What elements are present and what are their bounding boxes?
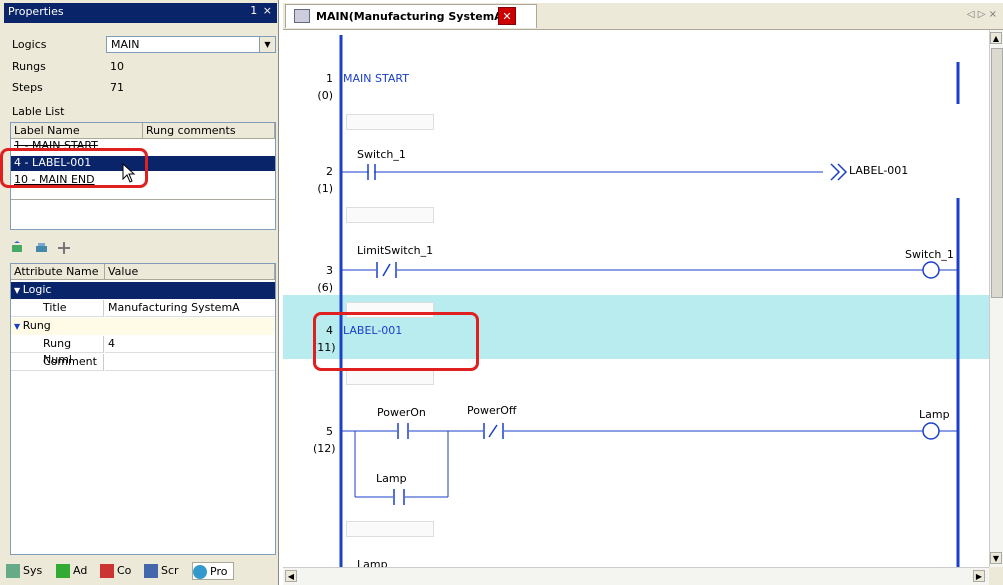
tab-sys-label: Sys	[23, 564, 43, 577]
steps-label: Steps	[12, 81, 43, 94]
col-label-name[interactable]: Label Name	[11, 123, 143, 139]
tab-main-title: MAIN(Manufacturing SystemA)	[316, 10, 508, 23]
jump-label[interactable]: LABEL-001	[849, 164, 908, 177]
tab-pro[interactable]: Pro	[192, 562, 235, 580]
rung-step: (1)	[317, 182, 333, 195]
vertical-scrollbar[interactable]: ▲ ▼	[989, 30, 1003, 567]
rung-number-row[interactable]: Rung Numl 4	[11, 336, 275, 366]
common-icon	[100, 564, 114, 578]
title-value[interactable]: Manufacturing SystemA	[105, 300, 275, 317]
properties-panel: Properties 1 × Logics MAIN ▼ Rungs 10 St…	[0, 0, 279, 585]
ladder-document-icon	[294, 9, 310, 23]
rung-comment-box[interactable]	[346, 521, 434, 537]
bottom-tab-strip: Sys Ad Co Scr Pro	[4, 560, 274, 582]
rung-comment-box[interactable]	[346, 369, 434, 385]
logic-group-row[interactable]: ▼ Logic	[11, 282, 275, 299]
sort-icon[interactable]	[10, 241, 26, 255]
rungs-label: Rungs	[12, 60, 46, 73]
contact-switch-1-label[interactable]: Switch_1	[357, 148, 406, 161]
pin-close-icon[interactable]: 1 ×	[250, 4, 273, 17]
properties-title-bar: Properties 1 ×	[4, 3, 277, 23]
logics-value: MAIN	[111, 38, 140, 51]
logics-select[interactable]: MAIN ▼	[106, 36, 276, 53]
attribute-grid: Attribute Name Value ▼ Logic Title Manuf…	[10, 263, 276, 555]
rung-number: 3	[326, 264, 333, 277]
scroll-up-icon[interactable]: ▲	[990, 32, 1002, 44]
title-attr: Title	[11, 300, 104, 317]
contact-poweroff-label[interactable]: PowerOff	[467, 404, 517, 417]
tab-co[interactable]: Co	[100, 562, 131, 580]
coil-lamp-label[interactable]: Lamp	[919, 408, 950, 421]
tab-ad-label: Ad	[73, 564, 88, 577]
tab-ad[interactable]: Ad	[56, 562, 87, 580]
col-value[interactable]: Value	[105, 264, 275, 280]
lable-list-label: Lable List	[12, 105, 65, 118]
contact-lamp-label[interactable]: Lamp	[357, 558, 388, 567]
rung-label-main-start[interactable]: MAIN START	[343, 72, 409, 85]
system-icon	[6, 564, 20, 578]
collapse-icon[interactable]: ▼	[14, 286, 23, 295]
address-icon	[56, 564, 70, 578]
rung-number: 2	[326, 165, 333, 178]
close-icon[interactable]: ✕	[498, 7, 516, 25]
scroll-right-icon[interactable]: ▶	[973, 570, 985, 582]
add-icon[interactable]	[57, 241, 73, 255]
tab-co-label: Co	[117, 564, 132, 577]
rung-comment-box[interactable]	[346, 114, 434, 130]
horizontal-scrollbar[interactable]: ◀ ▶	[283, 567, 989, 585]
attribute-toolbar	[10, 241, 77, 257]
rung-group-row[interactable]: ▼ Rung	[11, 318, 275, 335]
scroll-left-icon[interactable]: ◀	[285, 570, 297, 582]
collapse-icon[interactable]: ▼	[14, 322, 23, 331]
col-attribute-name[interactable]: Attribute Name	[11, 264, 105, 280]
category-icon[interactable]	[34, 241, 50, 255]
logic-group-label: Logic	[22, 283, 52, 296]
tab-navigation[interactable]: ◁ ▷ ×	[967, 9, 997, 20]
tab-scr-label: Scr	[161, 564, 179, 577]
rung-number: 5	[326, 425, 333, 438]
highlight-annotation-rung	[313, 312, 479, 371]
col-rung-comments[interactable]: Rung comments	[143, 123, 275, 139]
comment-value[interactable]	[105, 354, 275, 371]
rung-number: 1	[326, 72, 333, 85]
rung-step: (12)	[313, 442, 336, 455]
rungs-value: 10	[110, 60, 124, 73]
divider	[11, 199, 275, 200]
rung-group-label: Rung	[22, 319, 51, 332]
comment-row[interactable]: Comment	[11, 354, 275, 371]
ladder-editor[interactable]: 1 (0) MAIN START 2 (1) Switch_1 LABEL-00…	[283, 30, 989, 567]
tab-main[interactable]: MAIN(Manufacturing SystemA) ✕	[285, 4, 537, 28]
rung-step: (6)	[317, 281, 333, 294]
properties-icon	[193, 565, 207, 579]
screen-icon	[144, 564, 158, 578]
rung-step: (0)	[317, 89, 333, 102]
ladder-diagram	[339, 35, 960, 567]
scroll-corner	[989, 567, 1003, 585]
rung-comment-box[interactable]	[346, 207, 434, 223]
coil-switch-1-label[interactable]: Switch_1	[905, 248, 954, 261]
steps-value: 71	[110, 81, 124, 94]
tab-sys[interactable]: Sys	[6, 562, 42, 580]
rung-number-attr: Rung Numl	[11, 336, 104, 366]
highlight-annotation-label	[0, 148, 148, 188]
title-row[interactable]: Title Manufacturing SystemA	[11, 300, 275, 317]
contact-limitswitch-1-label[interactable]: LimitSwitch_1	[357, 244, 433, 257]
tab-pro-label: Pro	[210, 565, 228, 578]
comment-attr: Comment	[11, 354, 104, 371]
rung-number-value[interactable]: 4	[105, 336, 275, 353]
chevron-down-icon[interactable]: ▼	[259, 37, 275, 52]
properties-title: Properties	[8, 5, 64, 18]
contact-poweron-label[interactable]: PowerOn	[377, 406, 426, 419]
contact-lamp-label[interactable]: Lamp	[376, 472, 407, 485]
tab-scr[interactable]: Scr	[144, 562, 179, 580]
logics-label: Logics	[12, 38, 47, 51]
vertical-scroll-thumb[interactable]	[991, 48, 1003, 298]
scroll-down-icon[interactable]: ▼	[990, 552, 1002, 564]
document-tab-bar: MAIN(Manufacturing SystemA) ✕ ◁ ▷ ×	[283, 3, 1003, 30]
